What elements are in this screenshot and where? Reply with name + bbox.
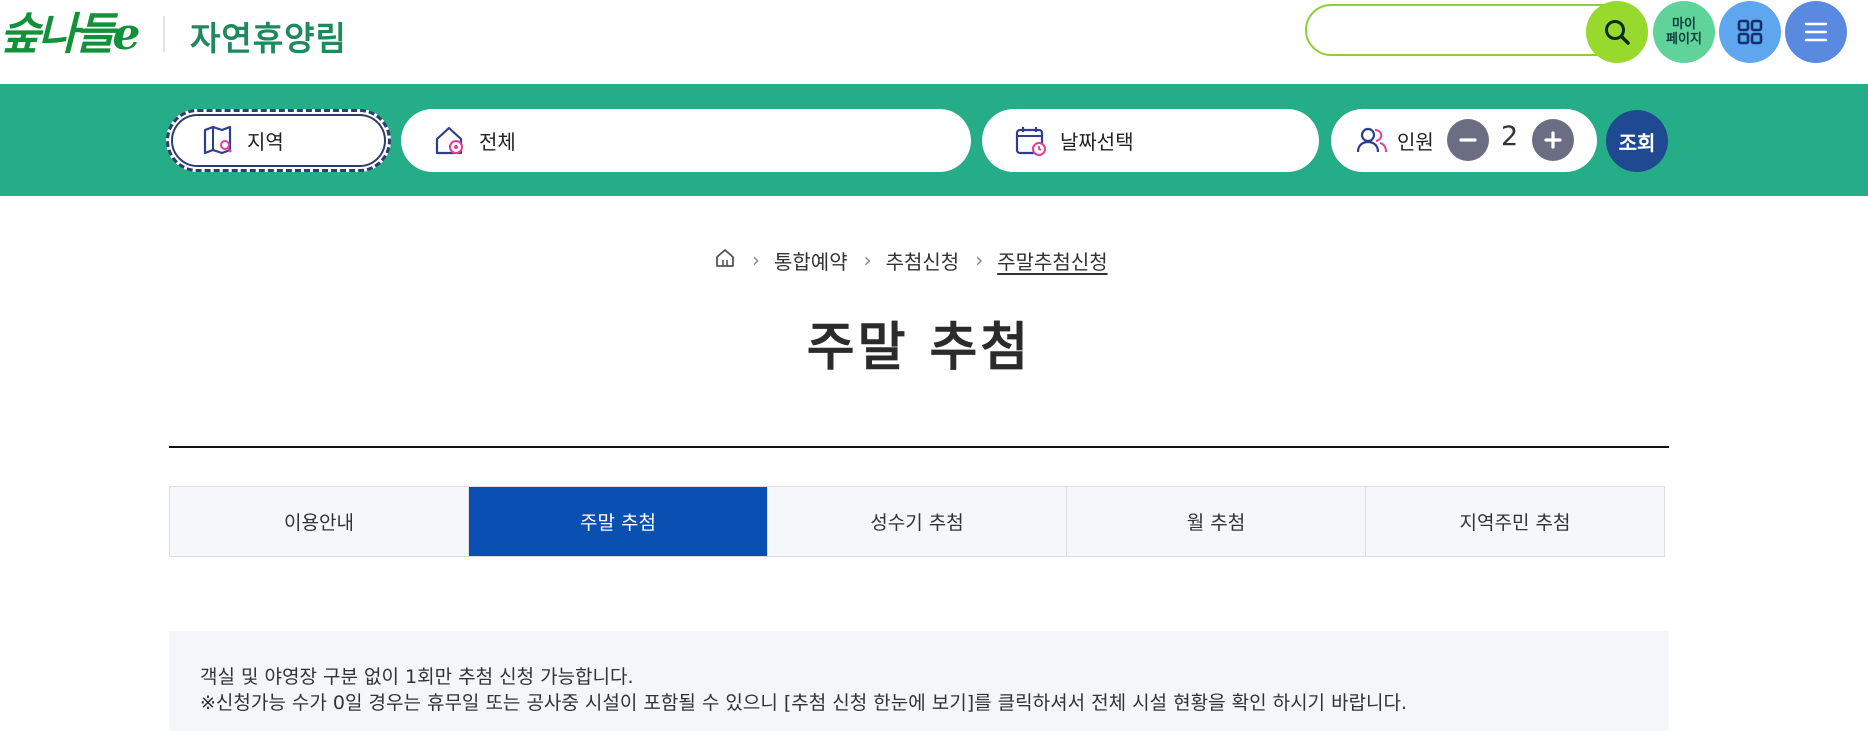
tab-peak-season-lottery[interactable]: 성수기 추첨 <box>768 487 1067 556</box>
mypage-label-2: 페이지 <box>1666 32 1702 47</box>
notice-line-1: 객실 및 야영장 구분 없이 1회만 추첨 신청 가능합니다. <box>200 666 634 688</box>
calendar-icon <box>1014 124 1048 158</box>
grid-icon <box>1737 19 1763 45</box>
inquiry-button[interactable]: 조회 <box>1606 110 1668 172</box>
search-icon <box>1605 20 1630 45</box>
search-button[interactable] <box>1586 1 1648 63</box>
mypage-label-1: 마이 <box>1672 17 1696 32</box>
breadcrumb-item[interactable]: 통합예약 <box>774 246 848 275</box>
notice-box: 객실 및 야영장 구분 없이 1회만 추첨 신청 가능합니다. ※신청가능 수가… <box>169 631 1669 731</box>
date-label: 날짜선택 <box>1060 130 1134 154</box>
hamburger-icon <box>1804 22 1828 42</box>
site-header: 숲나들e 자연휴양림 마이 페이지 <box>0 0 1868 84</box>
region-select[interactable]: 지역 <box>166 109 391 172</box>
decrease-people-button[interactable] <box>1447 119 1489 161</box>
chevron-right-icon: › <box>863 248 872 272</box>
region-label: 지역 <box>247 130 284 154</box>
area-label: 전체 <box>479 130 516 154</box>
search-input[interactable] <box>1329 16 1573 46</box>
site-logo[interactable]: 숲나들e <box>0 0 140 60</box>
people-icon <box>1355 124 1389 158</box>
title-divider <box>169 446 1669 448</box>
people-label: 인원 <box>1397 130 1434 154</box>
all-menu-grid-button[interactable] <box>1719 1 1781 63</box>
mypage-button[interactable]: 마이 페이지 <box>1653 1 1715 63</box>
logo-divider <box>163 16 165 52</box>
tab-weekend-lottery[interactable]: 주말 추첨 <box>469 487 768 556</box>
date-select[interactable]: 날짜선택 <box>982 109 1319 172</box>
logo-mark: 숲나들e <box>0 9 140 60</box>
tab-guide[interactable]: 이용안내 <box>170 487 469 556</box>
breadcrumb-item[interactable]: 추첨신청 <box>886 246 960 275</box>
tab-local-resident-lottery[interactable]: 지역주민 추첨 <box>1366 487 1664 556</box>
people-counter: 인원 2 <box>1331 109 1597 172</box>
plus-icon <box>1544 131 1562 149</box>
site-name[interactable]: 자연휴양림 <box>190 12 347 60</box>
hamburger-menu-button[interactable] <box>1785 1 1847 63</box>
page-title: 주말 추첨 <box>806 318 1032 378</box>
breadcrumb: › 통합예약 › 추첨신청 › 주말추첨신청 <box>714 246 1108 274</box>
notice-line-2: ※신청가능 수가 0일 경우는 휴무일 또는 공사중 시설이 포함될 수 있으니… <box>200 692 1408 714</box>
increase-people-button[interactable] <box>1532 119 1574 161</box>
area-select[interactable]: 전체 <box>401 109 971 172</box>
people-count: 2 <box>1501 121 1519 152</box>
chevron-right-icon: › <box>752 248 760 272</box>
tab-monthly-lottery[interactable]: 월 추첨 <box>1067 487 1366 556</box>
map-icon <box>201 124 235 158</box>
breadcrumb-current[interactable]: 주말추첨신청 <box>997 246 1107 275</box>
home-icon[interactable] <box>714 247 736 274</box>
chevron-right-icon: › <box>975 248 984 272</box>
house-location-icon <box>433 124 467 158</box>
reservation-filter-bar: 지역 전체 날짜선택 인원 2 조회 <box>0 84 1868 196</box>
minus-icon <box>1459 138 1477 142</box>
lottery-tabs: 이용안내 주말 추첨 성수기 추첨 월 추첨 지역주민 추첨 <box>169 486 1665 557</box>
